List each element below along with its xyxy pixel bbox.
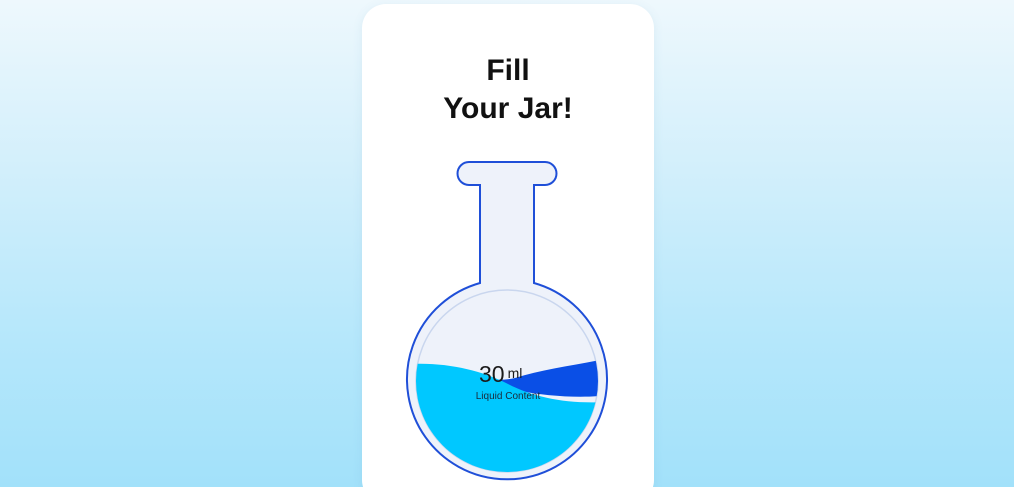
volume-unit: ml xyxy=(507,365,523,381)
liquid-content-label: Liquid Content xyxy=(475,391,541,402)
flask-illustration xyxy=(406,161,608,481)
volume-value: 30 xyxy=(479,361,505,387)
volume-readout: 30 ml xyxy=(479,361,522,390)
